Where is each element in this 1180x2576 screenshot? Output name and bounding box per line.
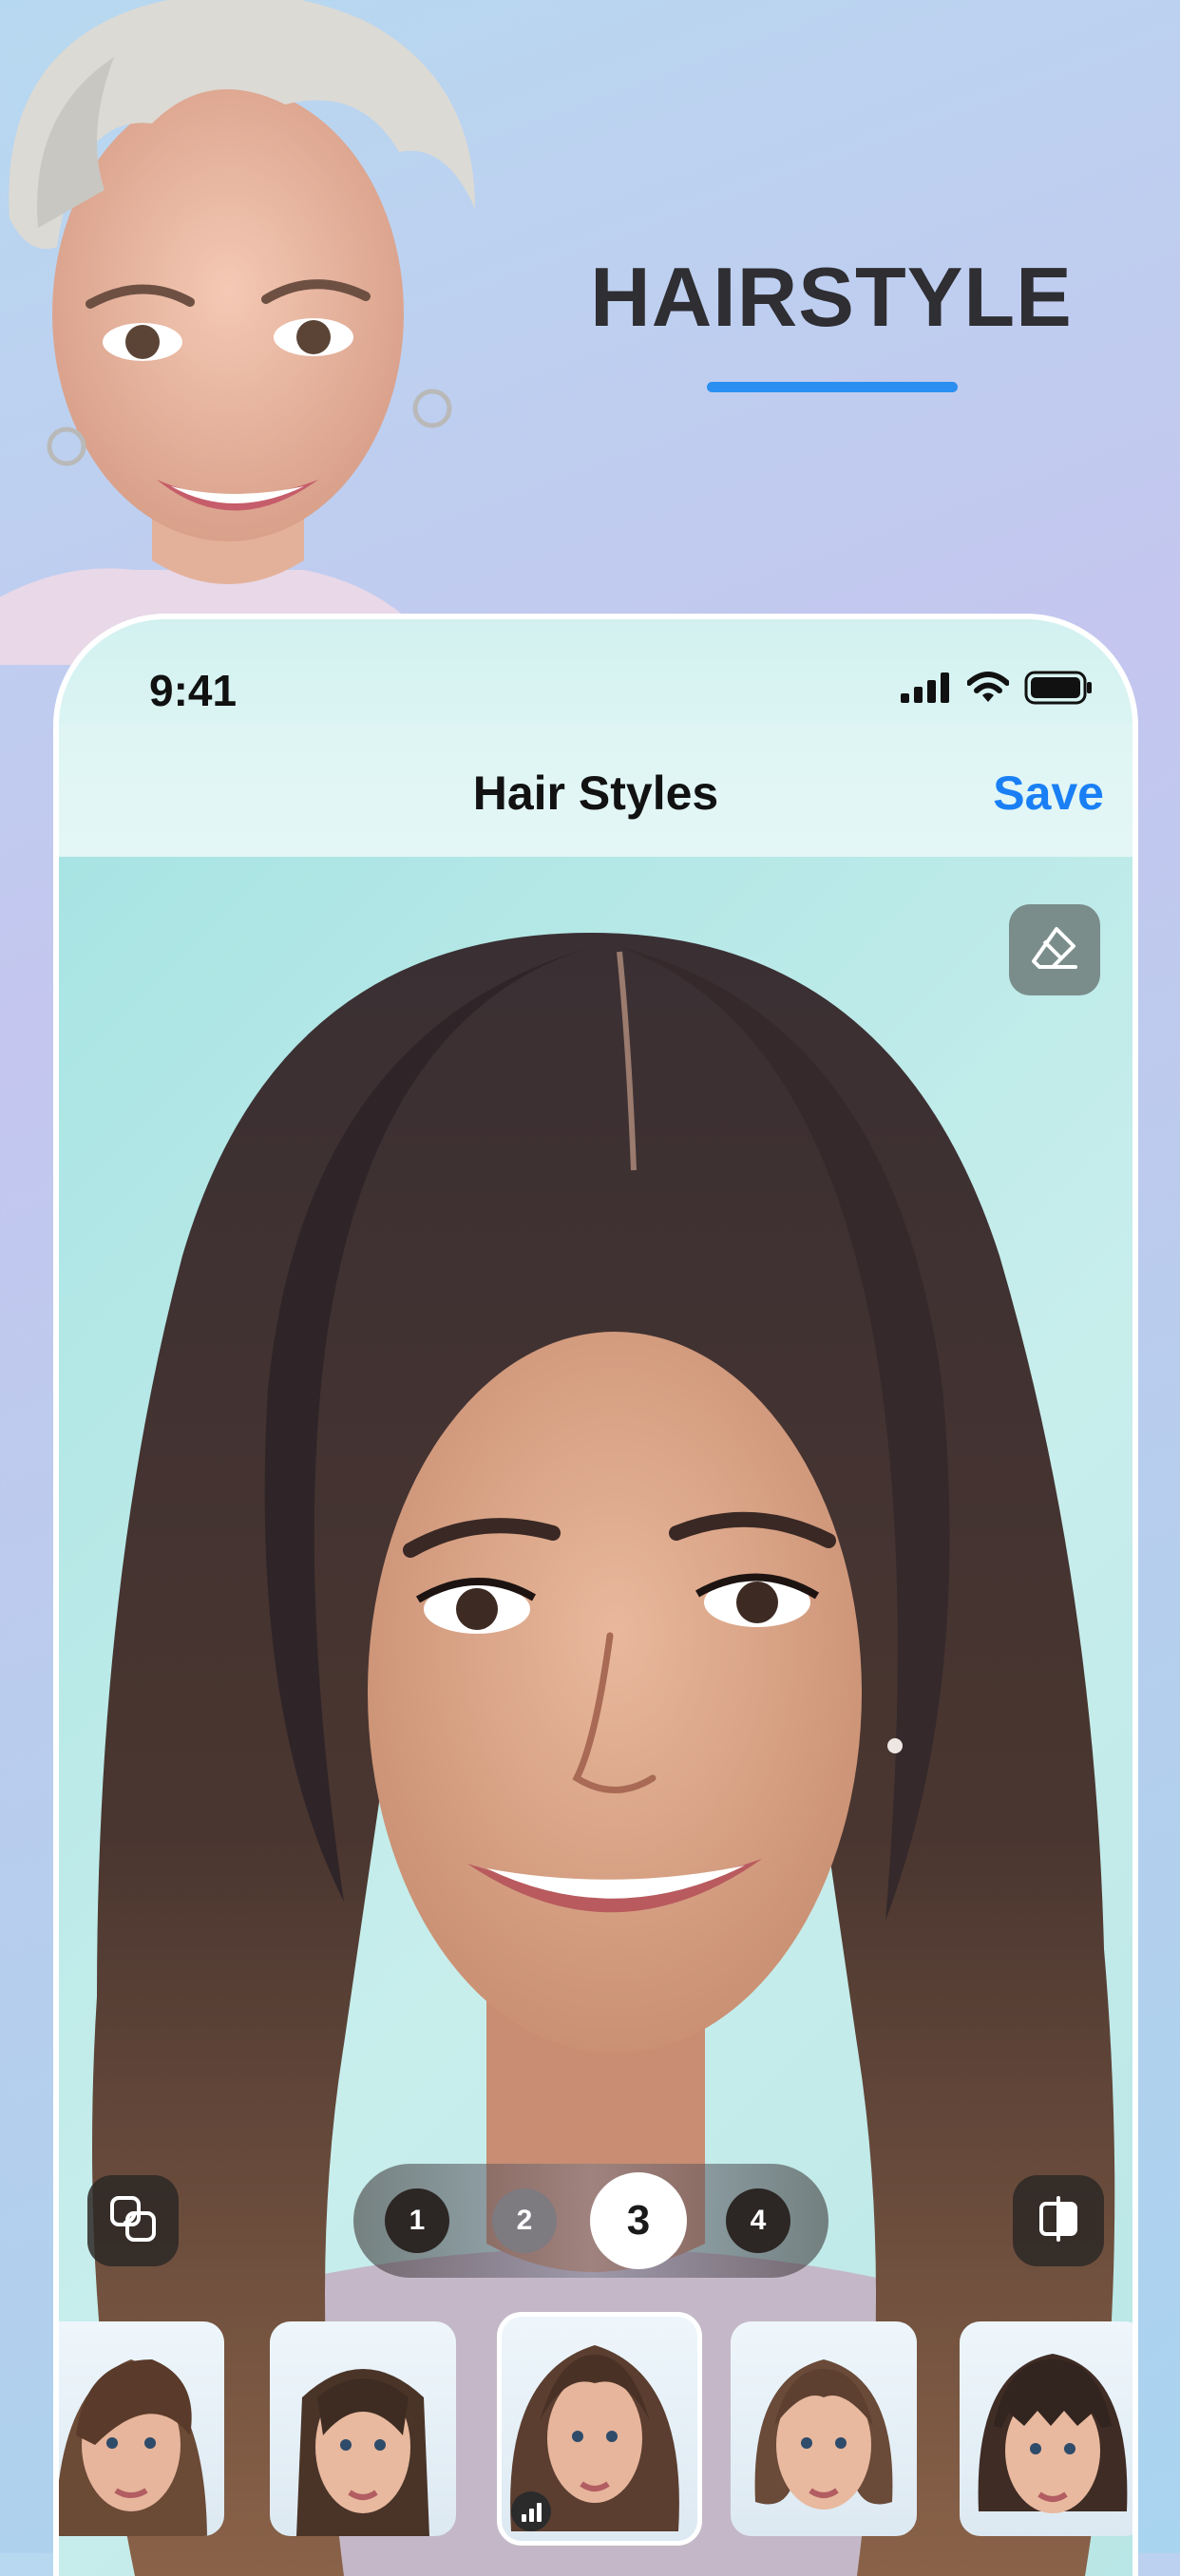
promo-portrait [0,0,494,665]
page-title: Hair Styles [472,767,719,820]
hairstyle-thumb-2[interactable] [270,2321,456,2536]
status-icons [901,671,1093,710]
hairstyle-thumb-5[interactable] [960,2321,1132,2536]
intensity-option-2[interactable]: 2 [492,2188,557,2253]
eraser-icon [1028,921,1081,979]
layers-icon [106,2192,160,2250]
layers-button[interactable] [87,2175,179,2266]
intensity-option-4[interactable]: 4 [726,2188,790,2253]
intensity-option-3[interactable]: 3 [590,2172,687,2269]
eraser-button[interactable] [1009,904,1100,995]
battery-icon [1024,671,1093,710]
wifi-icon [966,672,1010,709]
signal-icon [901,672,952,708]
promo-underline [707,382,958,392]
intensity-selector: 1 2 3 4 [353,2164,828,2278]
selected-indicator-icon [511,2491,551,2531]
photo-canvas[interactable]: 1 2 3 4 [59,857,1132,2576]
hairstyle-thumb-3[interactable] [497,2312,702,2546]
compare-button[interactable] [1013,2175,1104,2266]
hairstyle-thumb-1[interactable] [59,2321,224,2536]
hairstyle-thumb-4[interactable] [731,2321,917,2536]
intensity-option-1[interactable]: 1 [385,2188,449,2253]
save-button[interactable]: Save [993,766,1104,821]
compare-icon [1032,2192,1085,2250]
nav-bar: Hair Styles Save [59,724,1132,857]
status-time: 9:41 [149,666,238,715]
hairstyle-strip [59,2302,1132,2546]
phone-frame: 9:41 Hair Styles Save 1 2 3 4 [53,614,1138,2576]
promo-title: HAIRSTYLE [590,250,1073,344]
